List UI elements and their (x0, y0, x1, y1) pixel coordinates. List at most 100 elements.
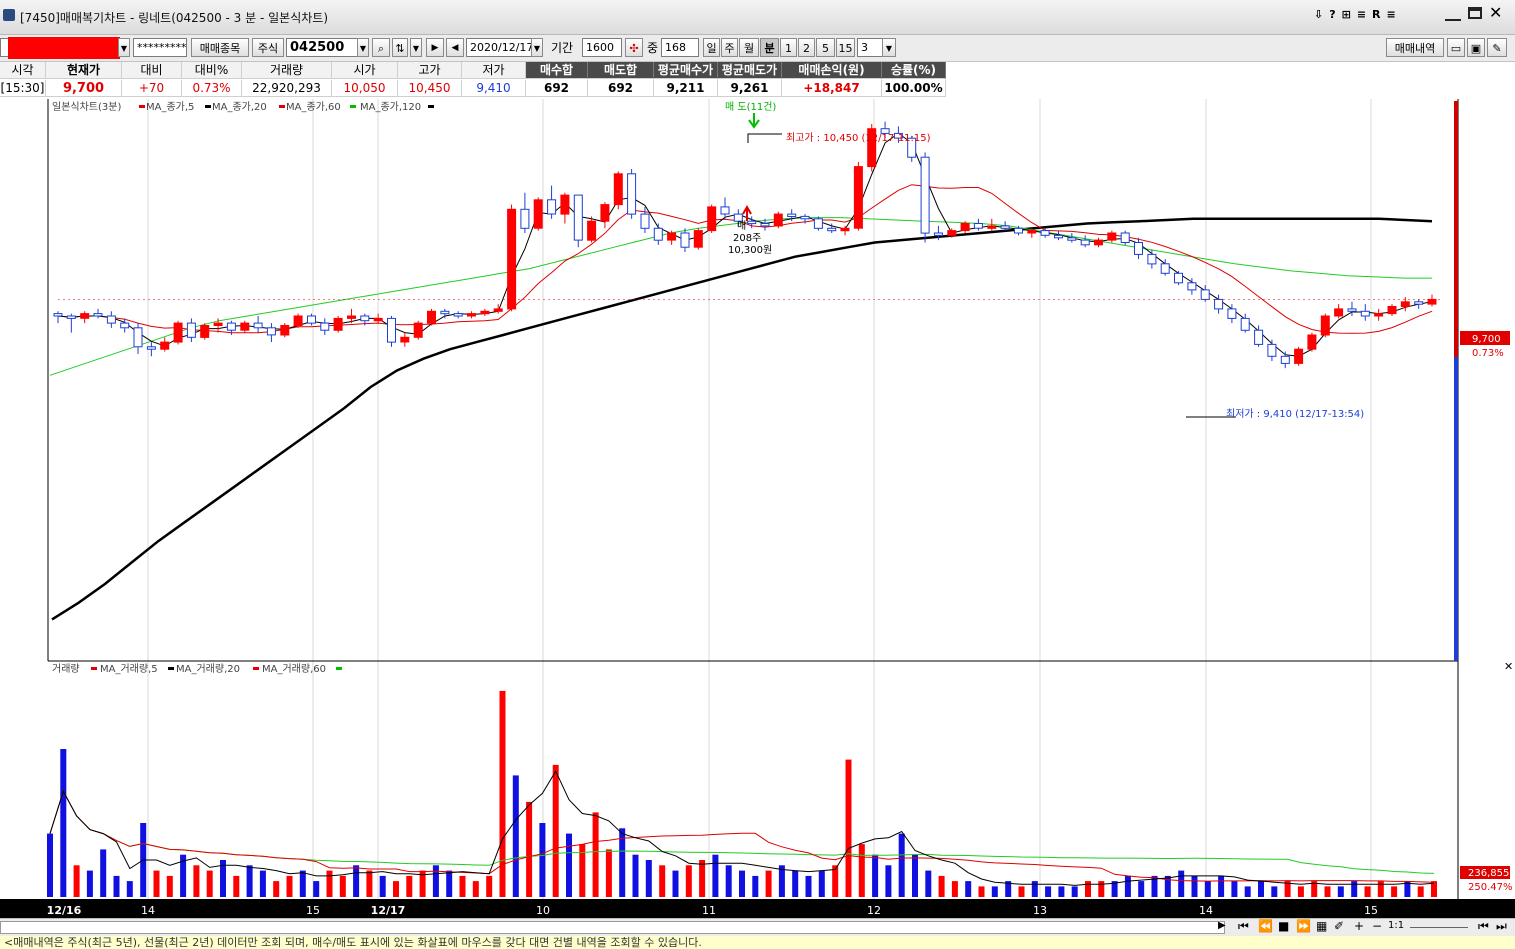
week-button[interactable]: 주 (721, 38, 738, 57)
zoom-out-icon[interactable]: − (1372, 919, 1382, 933)
minimize-icon[interactable] (1445, 7, 1461, 21)
trade-history-button[interactable]: 매매내역 (1386, 38, 1444, 57)
candle-body (93, 313, 103, 317)
candle-body (1400, 301, 1410, 308)
account-combo-edge[interactable] (0, 38, 8, 57)
x-axis-label: 11 (702, 904, 716, 917)
save-icon[interactable]: ▣ (1467, 38, 1485, 57)
market-type-button[interactable]: 주식 (252, 38, 284, 57)
candle-body (200, 325, 210, 338)
draw-icon[interactable]: ✐ (1334, 919, 1344, 933)
scroll-start-icon[interactable]: ⏮ (1238, 919, 1249, 934)
zoom-ratio[interactable]: 1:1 (1388, 920, 1404, 931)
rewind-icon[interactable]: ⏪ (1258, 919, 1273, 933)
minute-button[interactable]: 분 (760, 38, 779, 57)
volume-bar (978, 886, 985, 897)
zoom-in-icon[interactable]: + (1354, 919, 1364, 933)
zoom-slider[interactable] (1410, 927, 1468, 928)
candle-body (627, 173, 637, 215)
password-field[interactable]: ********* (133, 38, 187, 57)
close-pane-icon[interactable]: ✕ (1504, 660, 1513, 673)
refresh-icon[interactable]: R (1372, 8, 1380, 24)
close-icon[interactable]: ✕ (1489, 3, 1502, 22)
date-dropdown[interactable]: ▼ (531, 38, 543, 57)
search-icon[interactable]: ⌕ (372, 38, 390, 57)
minute-1-button[interactable]: 1 (780, 38, 797, 57)
candle-body (747, 220, 757, 225)
stop-icon[interactable]: ■ (1278, 919, 1289, 933)
folder-icon[interactable]: ▭ (1447, 38, 1465, 57)
scroll-right-icon[interactable]: ▶ (1218, 920, 1226, 931)
x-axis-label: 10 (536, 904, 550, 917)
volume-bar (739, 870, 745, 897)
sort-dropdown[interactable]: ▼ (410, 38, 422, 57)
volume-bar (486, 875, 493, 897)
win-rate-header: 승률(%) (882, 62, 946, 79)
sell-total-header: 매도합 (588, 62, 654, 79)
time-value: [15:30] (0, 80, 46, 97)
volume-bar (1244, 886, 1251, 897)
volume-bar (406, 875, 413, 897)
candle-body (960, 223, 970, 232)
x-axis-label: 14 (141, 904, 155, 917)
wrench-icon[interactable]: ✎ (1487, 38, 1507, 57)
candle-body (1080, 239, 1090, 246)
minute-select[interactable]: 3 (857, 38, 883, 57)
month-button[interactable]: 월 (739, 38, 759, 57)
horizontal-scrollbar[interactable] (0, 921, 1225, 934)
volume-bar (1191, 875, 1198, 897)
prev-arrow-icon[interactable]: ◀ (446, 38, 464, 57)
legend-vol-ma5: MA_거래량,5 (100, 663, 158, 675)
volume-bar (991, 886, 998, 897)
volume-bar (765, 870, 772, 897)
candle-body (600, 204, 610, 222)
account-dropdown[interactable]: ▼ (118, 38, 130, 57)
stock-code-dropdown[interactable]: ▼ (357, 38, 369, 57)
volume-bar (712, 854, 719, 897)
maximize-icon[interactable] (1468, 7, 1482, 19)
volume-bar (566, 833, 572, 897)
day-button[interactable]: 일 (703, 38, 720, 57)
candle-body (533, 199, 543, 229)
forward-icon[interactable]: ⏩ (1296, 919, 1311, 933)
minute-dropdown[interactable]: ▼ (882, 38, 896, 57)
candle-body (1134, 242, 1143, 255)
volume-bar (1085, 881, 1091, 897)
list-icon[interactable]: ≡ (1387, 8, 1396, 24)
minute-2-button[interactable]: 2 (798, 38, 815, 57)
trade-items-button[interactable]: 매매종목 (191, 38, 249, 57)
candle-body (547, 199, 557, 215)
volume-bar (1204, 881, 1211, 897)
last-page-icon[interactable]: ⏭ (1496, 919, 1507, 934)
last-volume-tag: 236,855 (1468, 868, 1509, 879)
menu-icon[interactable]: ≡ (1357, 8, 1366, 24)
middle-input[interactable]: 168 (661, 38, 699, 57)
settings-icon[interactable]: ✣ (625, 38, 643, 57)
layout-icon[interactable]: ⊞ (1342, 8, 1351, 24)
download-icon[interactable]: ⇩ (1314, 8, 1323, 24)
x-axis-label: 12 (867, 904, 881, 917)
table-icon[interactable]: ▦ (1316, 919, 1327, 933)
next-arrow-icon[interactable]: ▶ (426, 38, 444, 57)
stock-code-input[interactable]: 042500 (286, 38, 358, 57)
toolbar: ▼ ********* 매매종목 주식 042500 ▼ ⌕ ⇅ ▼ ▶ ◀ 2… (0, 35, 1515, 62)
date-input[interactable]: 2020/12/17 (466, 38, 533, 57)
candle-body (160, 341, 170, 350)
volume-bar (912, 854, 918, 897)
candle-body (213, 322, 223, 327)
candle-body (173, 322, 183, 343)
current-price-header: 현재가 (46, 62, 122, 79)
period-input[interactable]: 1600 (582, 38, 622, 57)
help-icon[interactable]: ? (1329, 8, 1335, 24)
minute-15-button[interactable]: 15 (836, 38, 855, 57)
sort-icon[interactable]: ⇅ (392, 38, 408, 57)
legend-ma120: MA_종가,120 (360, 101, 421, 113)
candle-body (787, 213, 797, 217)
volume-bar (605, 849, 612, 897)
price-volume-chart[interactable]: 일본식차트(3분) MA_종가,5 MA_종가,20 MA_종가,60 MA_종… (0, 99, 1515, 918)
title-bar: [7450]매매복기차트 - 링네트(042500 - 3 분 - 일본식차트)… (0, 0, 1515, 35)
volume-bar (393, 881, 399, 897)
volume-bar (965, 881, 972, 897)
minute-5-button[interactable]: 5 (816, 38, 835, 57)
first-page-icon[interactable]: ⏮ (1478, 919, 1489, 934)
